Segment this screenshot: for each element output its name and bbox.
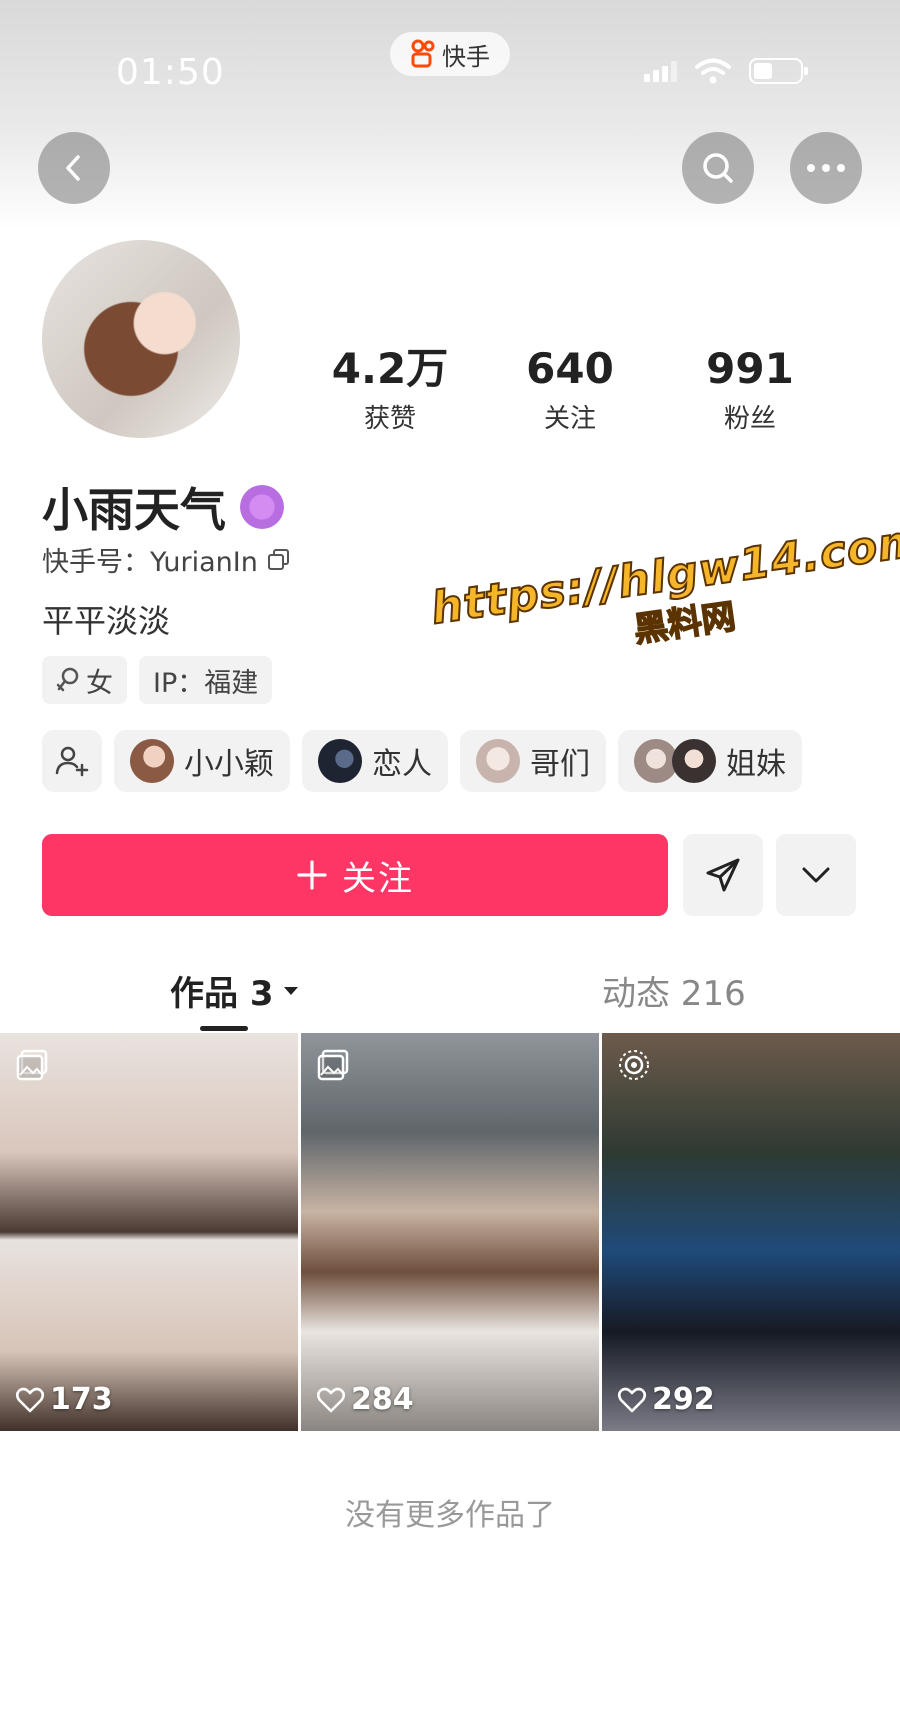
- back-button[interactable]: [38, 132, 110, 204]
- tab-works-label: 作品 3: [170, 974, 274, 1014]
- image-set-icon: [317, 1049, 349, 1081]
- heart-icon: [16, 1387, 44, 1412]
- stat-label: 关注: [543, 404, 596, 434]
- wifi-icon: [695, 58, 731, 84]
- add-relation-button[interactable]: [42, 730, 102, 792]
- username-text: 小雨天气: [42, 483, 226, 537]
- follow-button[interactable]: 关注: [42, 834, 668, 916]
- work-likes: 292: [618, 1382, 715, 1417]
- work-item[interactable]: 292: [602, 1033, 900, 1431]
- heart-icon: [618, 1387, 646, 1412]
- work-likes: 284: [317, 1382, 414, 1417]
- relation-chip[interactable]: 姐妹: [618, 730, 802, 792]
- kuaishou-id: 快手号：YurianIn: [42, 540, 292, 579]
- send-icon: [706, 858, 740, 892]
- ip-text: IP：福建: [153, 667, 259, 699]
- image-set-icon: [16, 1049, 48, 1081]
- signal-icon: [644, 60, 677, 82]
- work-likes-count: 292: [652, 1382, 715, 1417]
- caret-down-icon: [283, 986, 298, 995]
- work-likes-count: 173: [50, 1382, 113, 1417]
- profile-avatar[interactable]: [42, 240, 240, 438]
- more-horizontal-icon: [807, 164, 845, 172]
- kuaishou-logo-icon: [411, 39, 435, 68]
- kuaishou-id-text: 快手号：YurianIn: [42, 547, 258, 578]
- live-photo-icon: [619, 1050, 649, 1080]
- app-indicator[interactable]: 快手: [390, 32, 510, 76]
- relation-avatar: [130, 739, 174, 783]
- works-grid: 173 284 292: [0, 1033, 900, 1431]
- status-icons: [644, 58, 808, 84]
- no-more-works-text: 没有更多作品了: [345, 1498, 555, 1533]
- work-likes: 173: [16, 1382, 113, 1417]
- follow-label: 关注: [342, 858, 414, 899]
- stat-value: 991: [706, 344, 794, 393]
- relations-row: 小小颖 恋人 哥们 姐妹: [42, 730, 802, 792]
- heart-icon: [317, 1387, 345, 1412]
- app-name: 快手: [442, 42, 490, 71]
- relation-label: 姐妹: [726, 747, 786, 782]
- stat-label: 获赞: [363, 404, 416, 434]
- relation-avatar: [476, 739, 520, 783]
- relation-label: 恋人: [372, 747, 432, 782]
- add-friend-icon: [55, 746, 89, 777]
- stat-value: 4.2万: [331, 344, 449, 393]
- relation-label: 小小颖: [184, 747, 274, 782]
- female-icon: [56, 667, 79, 692]
- profile-stats: 4.2万 获赞 640 关注 991 粉丝: [300, 344, 840, 435]
- profile-tags: 女 IP：福建: [42, 656, 273, 704]
- work-likes-count: 284: [351, 1382, 414, 1417]
- watermark: https://hlgw14.com 黑料网: [427, 514, 900, 679]
- message-button[interactable]: [683, 834, 763, 916]
- stat-followers[interactable]: 991 粉丝: [660, 344, 840, 435]
- ip-tag: IP：福建: [139, 656, 273, 704]
- copy-icon[interactable]: [266, 547, 292, 573]
- profile-tabs: 作品 3 动态 216: [0, 966, 900, 1031]
- relation-avatar: [672, 739, 716, 783]
- tab-works[interactable]: 作品 3: [170, 966, 300, 1015]
- tab-moments[interactable]: 动态 216: [602, 966, 746, 1015]
- work-item[interactable]: 284: [301, 1033, 599, 1431]
- stat-following[interactable]: 640 关注: [480, 344, 660, 435]
- relation-chip[interactable]: 恋人: [302, 730, 448, 792]
- battery-icon: [749, 58, 808, 84]
- verified-badge-icon[interactable]: [240, 485, 284, 529]
- chevron-down-icon: [802, 867, 830, 883]
- status-time: 01:50: [116, 52, 225, 93]
- profile-bio: 平平淡淡: [42, 602, 171, 640]
- relation-chip[interactable]: 小小颖: [114, 730, 290, 792]
- tab-active-indicator: [200, 1026, 248, 1031]
- stat-label: 粉丝: [723, 404, 776, 434]
- relation-avatar: [318, 739, 362, 783]
- expand-button[interactable]: [776, 834, 856, 916]
- relation-chip[interactable]: 哥们: [460, 730, 606, 792]
- chevron-left-icon: [66, 155, 80, 181]
- gender-text: 女: [86, 667, 113, 699]
- stat-value: 640: [526, 344, 614, 393]
- plus-icon: [297, 860, 327, 890]
- profile-name: 小雨天气: [42, 474, 284, 540]
- more-button[interactable]: [790, 132, 862, 204]
- work-item[interactable]: 173: [0, 1033, 298, 1431]
- search-button[interactable]: [682, 132, 754, 204]
- relation-label: 哥们: [530, 747, 590, 782]
- search-icon: [703, 153, 733, 183]
- gender-tag: 女: [42, 656, 127, 704]
- stat-likes[interactable]: 4.2万 获赞: [300, 344, 480, 435]
